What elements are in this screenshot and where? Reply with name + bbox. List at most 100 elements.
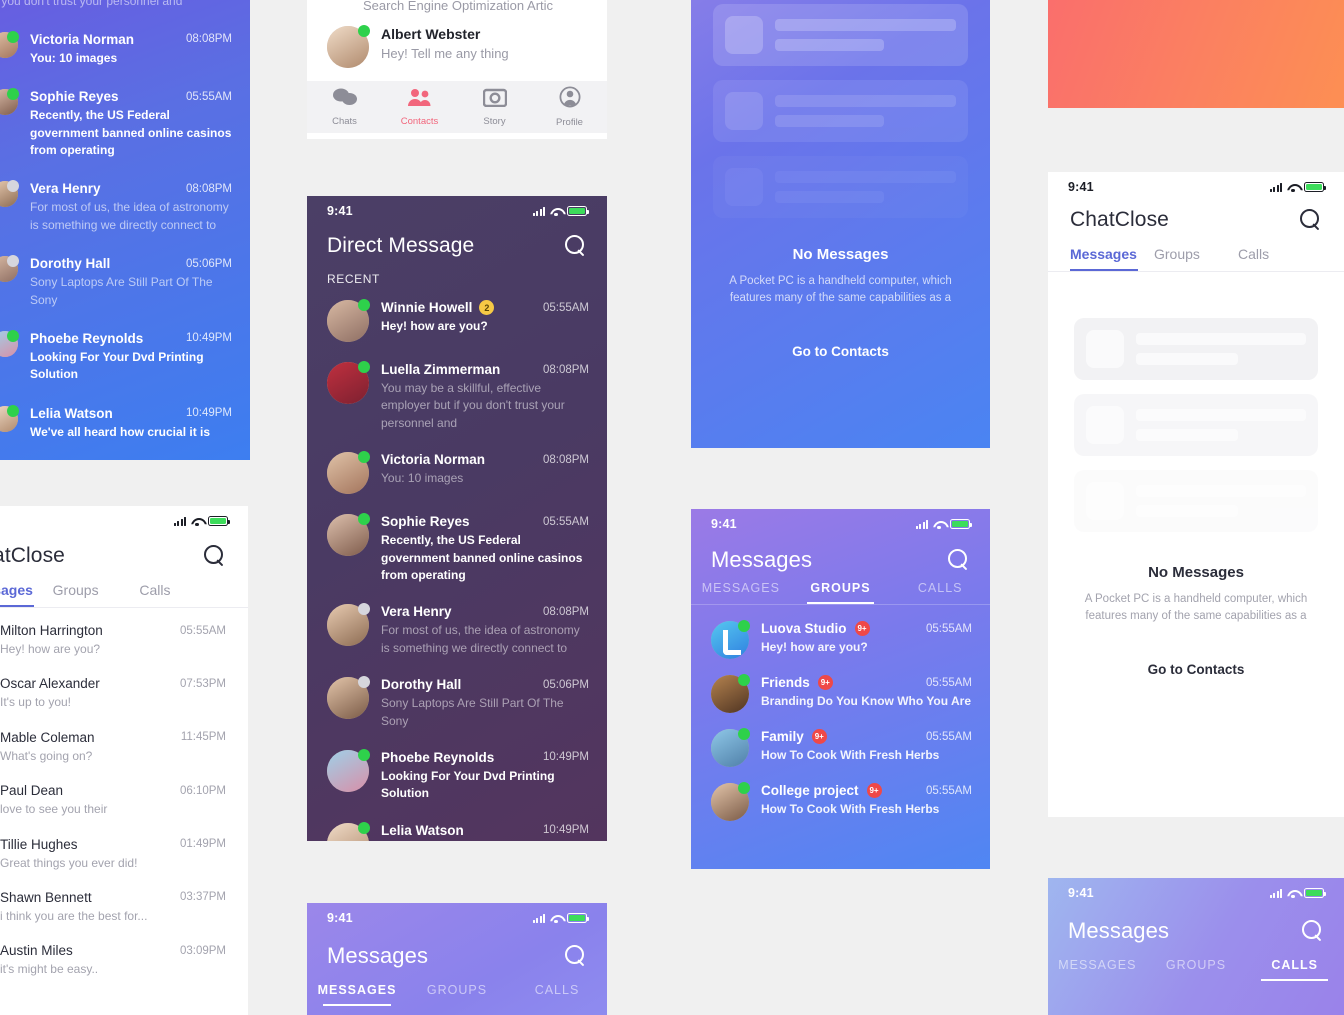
- list-item[interactable]: Victoria Norman 08:08PM You: 10 images: [327, 442, 589, 504]
- avatar: [711, 782, 750, 821]
- list-item[interactable]: Lelia Watson 10:49PM We've all heard how…: [327, 813, 589, 841]
- list-item[interactable]: Victoria Norman 08:08PM You: 10 images: [0, 21, 232, 78]
- empty-title: No Messages: [1148, 564, 1244, 581]
- tab-groups[interactable]: GROUPS: [1147, 958, 1246, 981]
- tab-messages[interactable]: Messages: [0, 582, 53, 607]
- message-preview: Hey! how are you?: [761, 640, 868, 654]
- tab-groups[interactable]: Groups: [1154, 246, 1238, 271]
- tab-story[interactable]: Story: [457, 87, 532, 127]
- list-item[interactable]: Milton Harrington 05:55AM Hey! how are y…: [0, 614, 226, 667]
- contact-name: Luella Zimmerman: [381, 362, 501, 377]
- contact-name: Phoebe Reynolds: [30, 330, 144, 346]
- search-icon[interactable]: [1302, 920, 1324, 942]
- chats-icon: [332, 88, 358, 111]
- list-item[interactable]: Phoebe Reynolds 10:49PM Looking For Your…: [0, 320, 232, 395]
- partial-message-text: You may be a skillful, effective employe…: [0, 0, 183, 9]
- timestamp: 07:53PM: [179, 677, 226, 690]
- list-item[interactable]: Tillie Hughes 01:49PM Great things you e…: [0, 828, 226, 881]
- signal-icon: [532, 913, 545, 923]
- tab-calls[interactable]: Calls: [139, 582, 226, 607]
- list-item[interactable]: Austin Miles 03:09PM it's might be easy.…: [0, 934, 226, 987]
- tab-strip: MESSAGES GROUPS CALLS: [1048, 958, 1344, 981]
- search-icon[interactable]: [565, 945, 587, 967]
- list-item[interactable]: College project 9+ 05:55AM How To Cook W…: [711, 775, 972, 829]
- skeleton-card: [713, 4, 968, 66]
- list-item[interactable]: Dorothy Hall 05:06PM Sony Laptops Are St…: [0, 245, 232, 320]
- list-item[interactable]: Lelia Watson 10:49PM We've all heard how…: [0, 395, 232, 452]
- list-item[interactable]: Oscar Alexander 07:53PM It's up to you!: [0, 667, 226, 720]
- go-to-contacts-button[interactable]: Go to Contacts: [1148, 662, 1245, 677]
- tab-calls[interactable]: CALLS: [890, 581, 990, 604]
- list-item[interactable]: Luova Studio 9+ 05:55AM Hey! how are you…: [711, 613, 972, 667]
- tab-calls[interactable]: Calls: [1238, 246, 1322, 271]
- contact-name: Lelia Watson: [30, 405, 113, 421]
- list-item[interactable]: Family 9+ 05:55AM How To Cook With Fresh…: [711, 721, 972, 775]
- list-item[interactable]: Vera Henry 08:08PM For most of us, the i…: [0, 170, 232, 245]
- contact-name: Vera Henry: [381, 604, 452, 620]
- list-item[interactable]: Sophie Reyes 05:55AM Recently, the US Fe…: [0, 78, 232, 170]
- timestamp: 01:49PM: [179, 838, 226, 851]
- contact-name: Vera Henry: [30, 181, 101, 197]
- list-item[interactable]: Friends 9+ 05:55AM Branding Do You Know …: [711, 667, 972, 721]
- message-preview: Recently, the US Federal government bann…: [381, 533, 583, 582]
- unread-badge: 9+: [866, 783, 882, 798]
- tab-messages[interactable]: MESSAGES: [1048, 958, 1147, 981]
- list-item[interactable]: Paul Dean 06:10PM love to see you their: [0, 774, 226, 827]
- contact-name: Albert Webster: [381, 26, 481, 42]
- timestamp: 05:55AM: [925, 622, 972, 635]
- wifi-icon: [550, 914, 562, 923]
- search-icon[interactable]: [948, 549, 970, 571]
- offline-dot: [358, 676, 370, 689]
- search-icon[interactable]: [204, 545, 226, 567]
- calls-screen-bottom-panel: 9:41 Messages MESSAGES GROUPS CALLS: [1048, 878, 1344, 1015]
- tab-messages[interactable]: MESSAGES: [691, 581, 791, 604]
- signal-icon: [915, 519, 928, 529]
- contact-name: Mable Coleman: [0, 729, 95, 745]
- online-dot: [358, 299, 370, 311]
- tab-messages[interactable]: MESSAGES: [307, 983, 407, 1006]
- tab-contacts[interactable]: Contacts: [382, 87, 457, 127]
- tab-messages[interactable]: Messages: [1070, 246, 1154, 271]
- header: Messages: [691, 539, 990, 573]
- tab-groups[interactable]: GROUPS: [791, 581, 891, 604]
- timestamp: 10:49PM: [542, 824, 589, 837]
- timestamp: 03:09PM: [179, 944, 226, 957]
- message-preview: Sony Laptops Are Still Part Of The Sony: [381, 696, 564, 728]
- contact-name: Lelia Watson: [381, 822, 464, 838]
- tab-profile[interactable]: Profile: [532, 86, 607, 128]
- list-item[interactable]: Mable Coleman 11:45PM What's going on?: [0, 721, 226, 774]
- list-item[interactable]: Winnie Howell 2 05:55AM Hey! how are you…: [327, 290, 589, 352]
- go-to-contacts-button[interactable]: Go to Contacts: [792, 344, 889, 359]
- empty-title: No Messages: [792, 246, 889, 263]
- timestamp: 05:55AM: [179, 624, 226, 637]
- search-icon[interactable]: [565, 235, 587, 257]
- message-preview: Sony Laptops Are Still Part Of The Sony: [30, 275, 213, 307]
- message-preview: For most of us, the idea of astronomy is…: [381, 623, 580, 655]
- tab-groups[interactable]: Groups: [53, 582, 140, 607]
- chat-list: Victoria Norman 08:08PM You: 10 images S…: [0, 11, 250, 452]
- list-item[interactable]: Luella Zimmerman 08:08PM You may be a sk…: [327, 352, 589, 442]
- chat-list: Milton Harrington 05:55AM Hey! how are y…: [0, 608, 248, 988]
- tab-calls[interactable]: CALLS: [1245, 958, 1344, 981]
- signal-icon: [532, 206, 545, 216]
- page-title: Messages: [327, 943, 429, 968]
- status-bar: 9:41: [1048, 172, 1344, 202]
- list-item[interactable]: Sophie Reyes 05:55AM Recently, the US Fe…: [327, 504, 589, 594]
- timestamp: 08:08PM: [185, 182, 232, 195]
- list-item[interactable]: Albert Webster Hey! Tell me any thing: [327, 17, 589, 77]
- profile-icon: [558, 86, 581, 112]
- list-item[interactable]: Shawn Bennett 03:37PM i think you are th…: [0, 881, 226, 934]
- list-item[interactable]: Phoebe Reynolds 10:49PM Looking For Your…: [327, 740, 589, 813]
- tab-chats[interactable]: Chats: [307, 87, 382, 127]
- list-item[interactable]: Vera Henry 08:08PM For most of us, the i…: [327, 594, 589, 667]
- tab-groups[interactable]: GROUPS: [407, 983, 507, 1006]
- status-time: 9:41: [711, 517, 737, 531]
- tab-calls[interactable]: CALLS: [507, 983, 607, 1006]
- contact-name: Victoria Norman: [30, 31, 135, 47]
- timestamp: 06:10PM: [179, 784, 226, 797]
- skeleton-thumb: [1086, 406, 1124, 444]
- contact-name: Shawn Bennett: [0, 889, 92, 905]
- online-dot: [738, 620, 750, 632]
- list-item[interactable]: Dorothy Hall 05:06PM Sony Laptops Are St…: [327, 667, 589, 740]
- search-icon[interactable]: [1300, 209, 1322, 231]
